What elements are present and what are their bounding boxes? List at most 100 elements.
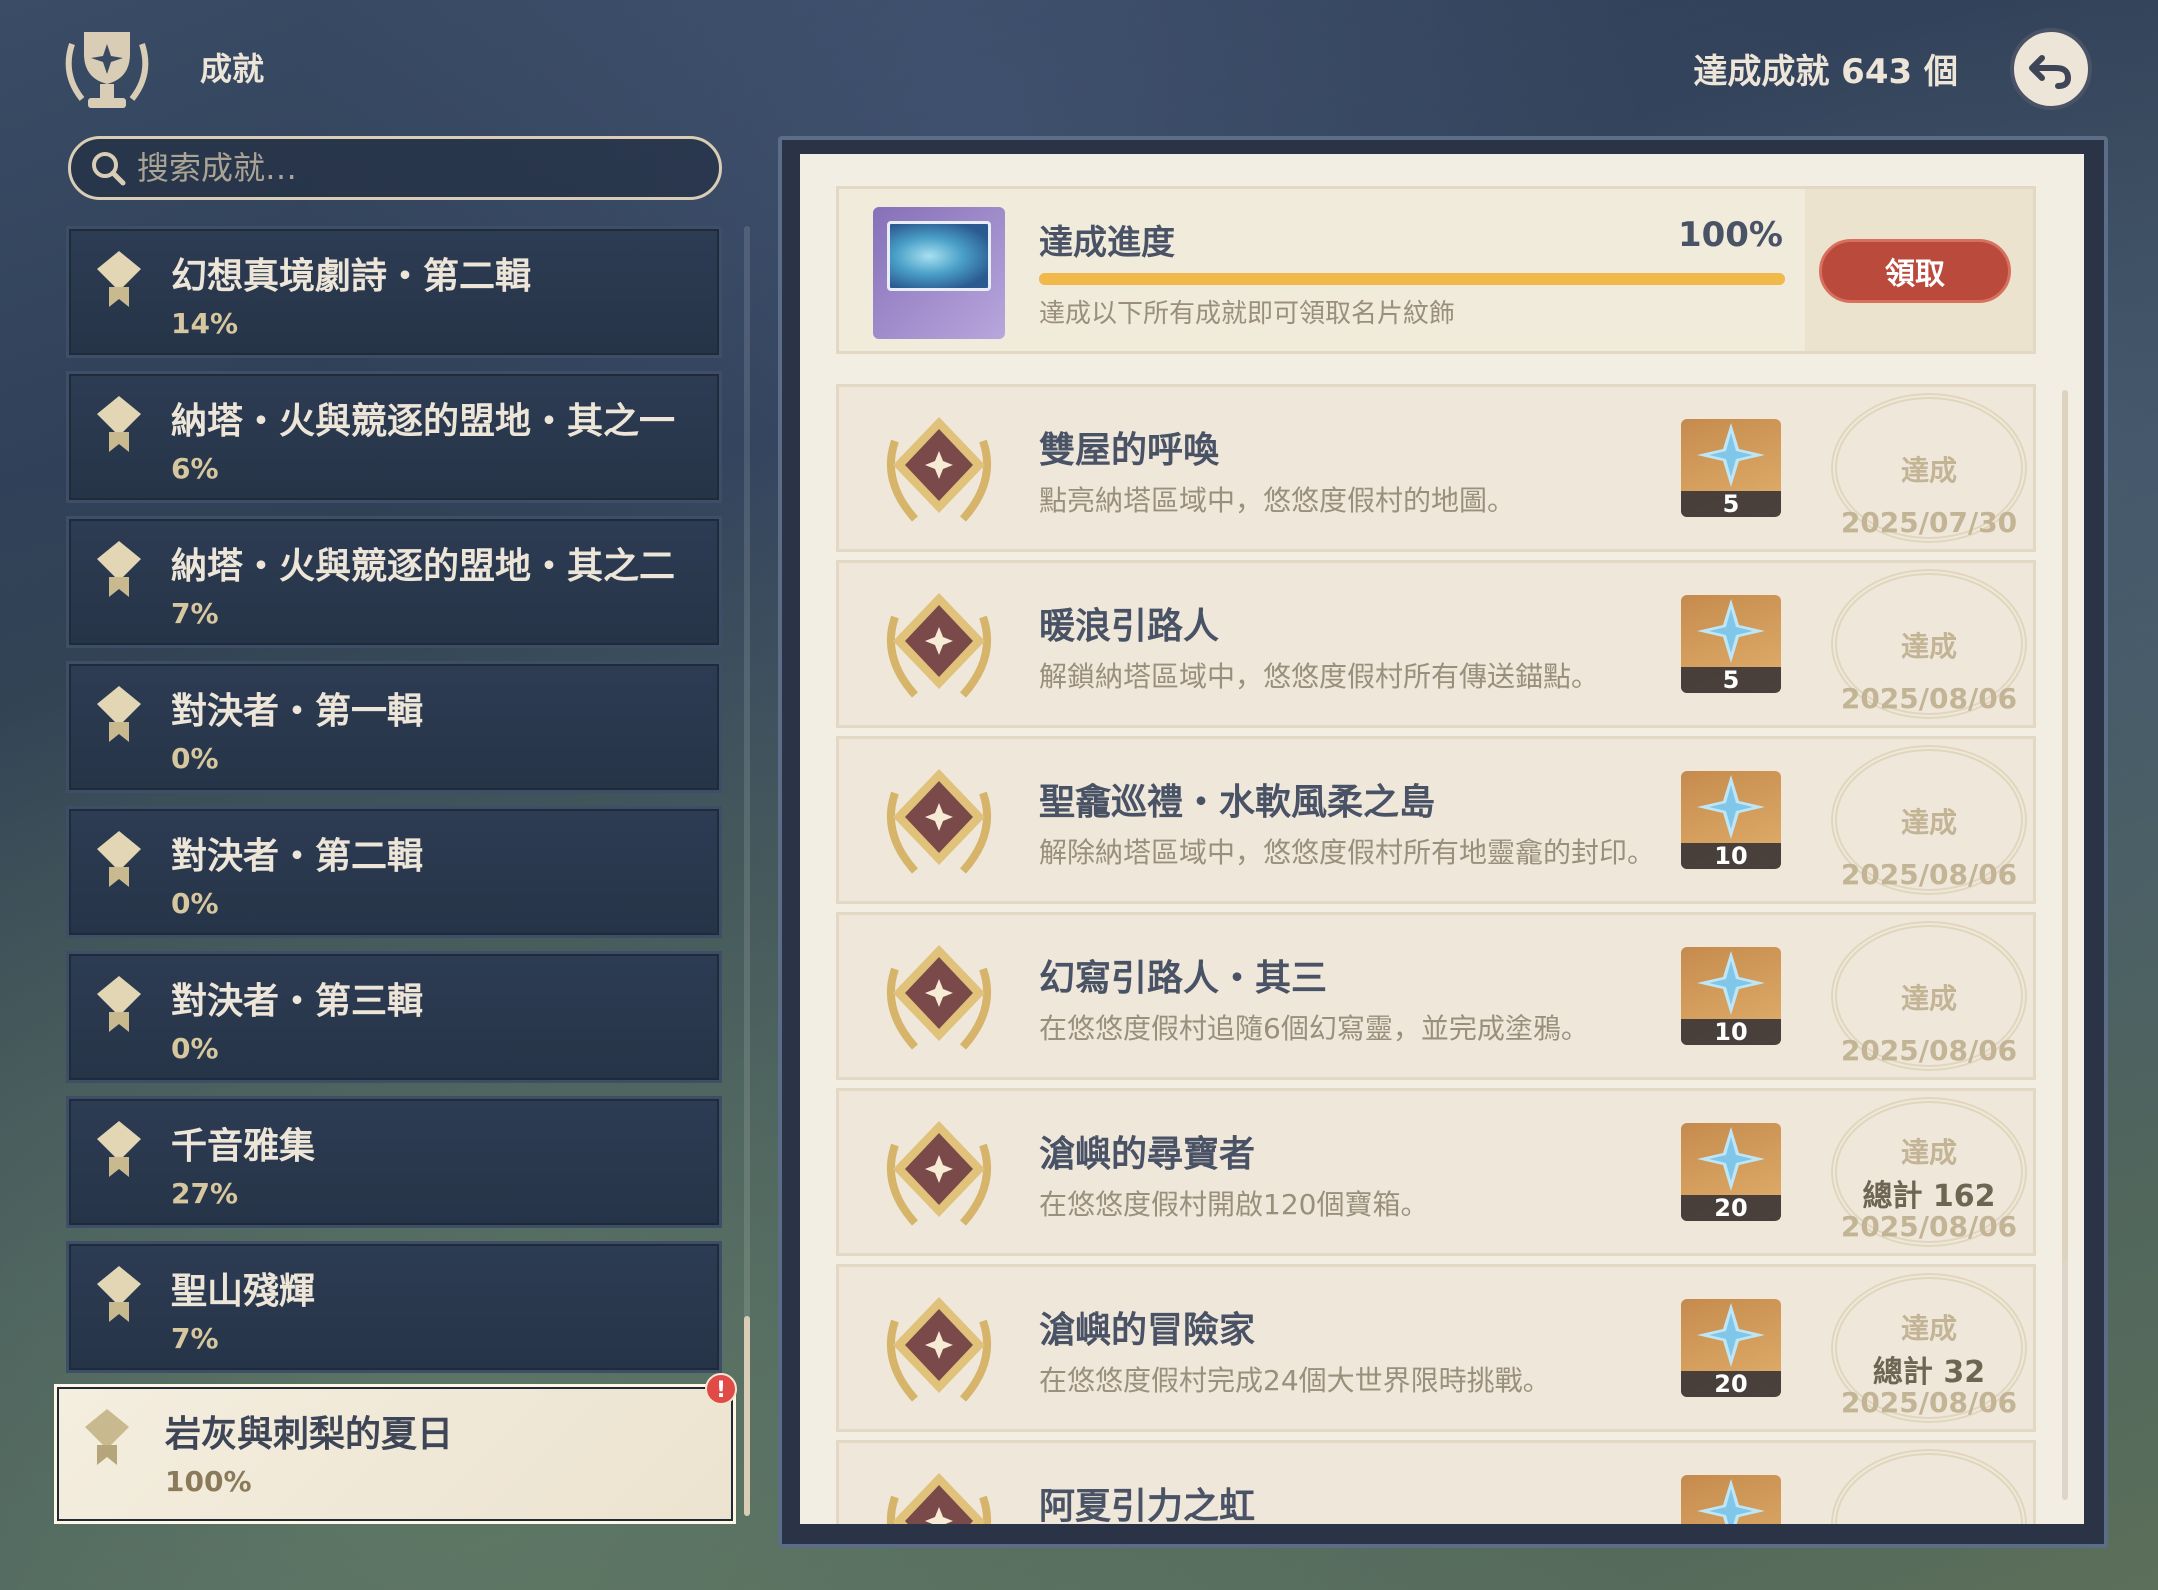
category-scrollbar[interactable]: [744, 226, 750, 1516]
primogem-reward: [1681, 1475, 1781, 1524]
stamp-label: 達成: [1900, 1136, 1957, 1169]
reward-quantity: 5: [1681, 491, 1781, 517]
category-name: 對決者・第一輯: [171, 691, 424, 732]
achievement-desc: 在悠悠度假村開啟120個寶箱。: [1039, 1188, 1429, 1221]
completion-date: 2025/08/06: [1840, 1386, 2018, 1419]
category-item[interactable]: 對決者・第三輯 0%: [66, 951, 722, 1083]
achievement-panel: 達成進度 100% 達成以下所有成就即可領取名片紋飾 領取 雙屋的呼喚 點亮納塔…: [800, 154, 2084, 1524]
achievement-medal-icon: [886, 417, 992, 522]
category-item[interactable]: 對決者・第一輯 0%: [66, 661, 722, 793]
achievement-desc: 在悠悠度假村完成24個大世界限時挑戰。: [1039, 1364, 1551, 1397]
primogem-icon: [1697, 1303, 1765, 1367]
primogem-reward: 20: [1681, 1299, 1781, 1397]
achievement-title: 雙屋的呼喚: [1039, 430, 1220, 471]
reward-quantity: 20: [1681, 1371, 1781, 1397]
category-name: 聖山殘輝: [171, 1271, 316, 1312]
achievement-desc: 解鎖納塔區域中，悠悠度假村所有傳送錨點。: [1039, 660, 1600, 693]
completed-stamp: [1827, 1449, 2031, 1524]
category-name: 岩灰與刺梨的夏日: [165, 1414, 454, 1455]
category-item[interactable]: 聖山殘輝 7%: [66, 1241, 722, 1373]
category-emblem-icon: [97, 1121, 141, 1177]
achievement-medal-icon: [886, 769, 992, 874]
completed-stamp: 達成 總計 32 2025/08/06: [1827, 1273, 2031, 1425]
notification-badge: !: [705, 1373, 737, 1405]
category-percent: 27%: [171, 1177, 239, 1210]
achievement-row[interactable]: 幻寫引路人・其三 在悠悠度假村追隨6個幻寫靈，並完成塗鴉。 10 達成 2025…: [836, 912, 2036, 1080]
claim-button[interactable]: 領取: [1819, 239, 2011, 303]
category-name: 納塔・火與競逐的盟地・其之二: [171, 546, 676, 587]
category-name: 千音雅集: [171, 1126, 316, 1167]
search-input[interactable]: [137, 149, 697, 187]
achievement-title: 幻寫引路人・其三: [1039, 958, 1328, 999]
scroll-thumb[interactable]: [744, 1316, 750, 1516]
category-item-selected[interactable]: 岩灰與刺梨的夏日 100% !: [54, 1373, 737, 1524]
category-percent: 0%: [171, 887, 219, 920]
category-emblem-icon: [85, 1409, 129, 1465]
back-arrow-icon: [2029, 55, 2072, 89]
primogem-icon: [1697, 951, 1765, 1015]
achievement-trophy-icon: [65, 32, 149, 108]
category-emblem-icon: [97, 1266, 141, 1322]
completion-date: 2025/07/30: [1840, 506, 2018, 539]
back-button[interactable]: [2010, 28, 2092, 110]
category-item[interactable]: 納塔・火與競逐的盟地・其之一 6%: [66, 371, 722, 503]
primogem-icon: [1697, 1479, 1765, 1524]
category-percent: 14%: [171, 307, 239, 340]
category-item[interactable]: 對決者・第二輯 0%: [66, 806, 722, 938]
reward-quantity: 5: [1681, 667, 1781, 693]
category-name: 納塔・火與競逐的盟地・其之一: [171, 401, 676, 442]
primogem-reward: 10: [1681, 771, 1781, 869]
progress-card: 達成進度 100% 達成以下所有成就即可領取名片紋飾 領取: [836, 186, 2036, 354]
achievement-row[interactable]: 雙屋的呼喚 點亮納塔區域中，悠悠度假村的地圖。 5 達成 2025/07/30: [836, 384, 2036, 552]
achievement-title: 滄嶼的尋寶者: [1039, 1134, 1256, 1175]
reward-quantity: 20: [1681, 1195, 1781, 1221]
completion-date: 2025/08/06: [1840, 1034, 2018, 1067]
category-percent: 0%: [171, 742, 219, 775]
primogem-reward: 20: [1681, 1123, 1781, 1221]
stamp-label: 達成: [1900, 1312, 1957, 1345]
progress-percent: 100%: [1677, 215, 1783, 255]
completion-date: 2025/08/06: [1840, 682, 2018, 715]
stamp-label: 達成: [1900, 630, 1957, 663]
achievement-title: 暖浪引路人: [1039, 606, 1220, 647]
claim-area: 領取: [1805, 189, 2033, 351]
achievement-title: 聖龕巡禮・水軟風柔之島: [1039, 782, 1436, 823]
achievement-row[interactable]: 暖浪引路人 解鎖納塔區域中，悠悠度假村所有傳送錨點。 5 達成 2025/08/…: [836, 560, 2036, 728]
achievement-scrollbar[interactable]: [2062, 390, 2068, 1500]
category-name: 幻想真境劇詩・第二輯: [171, 256, 532, 297]
category-percent: 0%: [171, 1032, 219, 1065]
completed-stamp: 達成 2025/08/06: [1827, 569, 2031, 721]
category-emblem-icon: [97, 251, 141, 307]
search-icon: [92, 152, 126, 186]
achievement-medal-icon: [886, 593, 992, 698]
search-box[interactable]: [68, 136, 722, 200]
achievement-row[interactable]: 滄嶼的尋寶者 在悠悠度假村開啟120個寶箱。 20 達成 總計 162 2025…: [836, 1088, 2036, 1256]
namecard-reward-image: [873, 207, 1005, 339]
reward-quantity: 10: [1681, 1019, 1781, 1045]
primogem-reward: 5: [1681, 419, 1781, 517]
completion-date: 2025/08/06: [1840, 858, 2018, 891]
category-percent: 7%: [171, 1322, 219, 1355]
primogem-icon: [1697, 1127, 1765, 1191]
category-item[interactable]: 納塔・火與競逐的盟地・其之二 7%: [66, 516, 722, 648]
scroll-thumb[interactable]: [2062, 390, 2068, 1260]
progress-bar: [1039, 273, 1785, 285]
reward-quantity: 10: [1681, 843, 1781, 869]
stamp-label: 達成: [1900, 982, 1957, 1015]
achievement-medal-icon: [886, 1473, 992, 1524]
progress-fill: [1039, 273, 1785, 285]
achievement-title: 滄嶼的冒險家: [1039, 1310, 1256, 1351]
achievement-desc: 在悠悠度假村追隨6個幻寫靈，並完成塗鴉。: [1039, 1012, 1589, 1045]
achievement-row[interactable]: 聖龕巡禮・水軟風柔之島 解除納塔區域中，悠悠度假村所有地靈龕的封印。 10 達成…: [836, 736, 2036, 904]
category-item[interactable]: 千音雅集 27%: [66, 1096, 722, 1228]
category-emblem-icon: [97, 541, 141, 597]
stamp-total: 總計 162: [1862, 1179, 1996, 1214]
achievement-row[interactable]: 阿夏引力之虹: [836, 1440, 2036, 1524]
category-item[interactable]: 幻想真境劇詩・第二輯 14%: [66, 226, 722, 358]
category-emblem-icon: [97, 686, 141, 742]
completed-stamp: 達成 2025/08/06: [1827, 921, 2031, 1073]
progress-description: 達成以下所有成就即可領取名片紋飾: [1039, 299, 1456, 329]
achieved-count: 達成成就 643 個: [1693, 52, 1958, 92]
category-name: 對決者・第二輯: [171, 836, 424, 877]
achievement-row[interactable]: 滄嶼的冒險家 在悠悠度假村完成24個大世界限時挑戰。 20 達成 總計 32 2…: [836, 1264, 2036, 1432]
